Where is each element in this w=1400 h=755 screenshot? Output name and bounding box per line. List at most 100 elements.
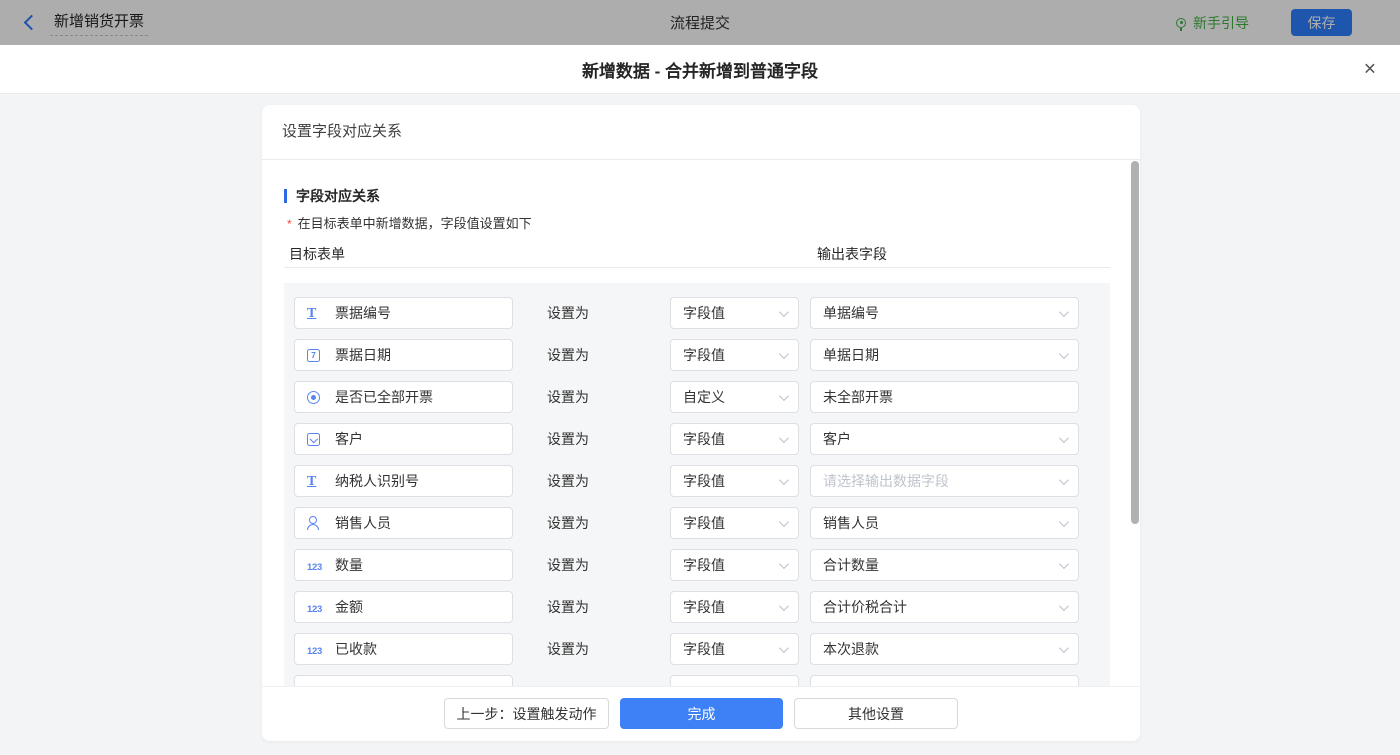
target-field-box[interactable]: 数量 [294, 549, 513, 581]
set-as-label: 设置为 [547, 339, 589, 371]
finish-button[interactable]: 完成 [620, 698, 783, 729]
output-field-dropdown[interactable]: 单据日期 [810, 339, 1079, 371]
chevron-down-icon [779, 349, 789, 359]
value-type-value: 字段值 [683, 471, 725, 491]
output-field-value: 单据日期 [823, 345, 879, 365]
prev-step-button[interactable]: 上一步：设置触发动作 [444, 698, 609, 729]
target-field-label: 金额 [335, 597, 363, 617]
output-field-dropdown[interactable]: 合计价税合计 [810, 591, 1079, 623]
chevron-down-icon [779, 475, 789, 485]
field-mapping-list: 票据编号 设置为 字段值 单据编号 票据日期 设置为 字段值 单据日期 是否已全 [284, 283, 1110, 686]
value-type-value: 字段值 [683, 597, 725, 617]
note-text: 在目标表单中新增数据，字段值设置如下 [298, 216, 532, 231]
chevron-down-icon [1059, 475, 1069, 485]
column-header-output: 输出表字段 [817, 244, 887, 264]
other-settings-button[interactable]: 其他设置 [794, 698, 958, 729]
flow-name-title[interactable]: 新增销货开票 [50, 9, 148, 36]
card-content: 字段对应关系 * 在目标表单中新增数据，字段值设置如下 目标表单 输出表字段 票据… [262, 160, 1140, 686]
output-field-dropdown[interactable]: 单据编号 [810, 297, 1079, 329]
value-type-dropdown[interactable]: 字段值 [670, 591, 799, 623]
target-field-box[interactable]: 纳税人识别号 [294, 465, 513, 497]
target-field-box[interactable]: 销售人员 [294, 507, 513, 539]
value-type-dropdown[interactable]: 字段值 [670, 297, 799, 329]
output-field-dropdown[interactable]: 合计数量 [810, 549, 1079, 581]
output-field-value: 客户 [823, 429, 851, 449]
output-field-dropdown[interactable] [810, 675, 1079, 686]
output-field-dropdown[interactable]: 未全部开票 [810, 381, 1079, 413]
target-field-label: 票据编号 [335, 303, 391, 323]
output-field-dropdown[interactable]: 销售人员 [810, 507, 1079, 539]
output-field-value: 合计价税合计 [823, 597, 907, 617]
card-footer: 上一步：设置触发动作 完成 其他设置 [262, 686, 1140, 741]
output-field-value: 合计数量 [823, 555, 879, 575]
field-mapping-row: 客户 设置为 字段值 客户 [284, 423, 1110, 455]
target-field-box[interactable]: 已收款 [294, 633, 513, 665]
target-field-box[interactable]: 客户 [294, 423, 513, 455]
add-data-modal: 新增数据 - 合并新增到普通字段 × 设置字段对应关系 字段对应关系 * 在目标表… [0, 45, 1400, 755]
set-as-label: 设置为 [547, 297, 589, 329]
field-mapping-row [284, 675, 1110, 686]
value-type-dropdown[interactable]: 字段值 [670, 465, 799, 497]
set-as-label: 设置为 [547, 549, 589, 581]
chevron-down-icon [779, 517, 789, 527]
section-marker [284, 189, 287, 203]
value-type-dropdown[interactable]: 字段值 [670, 633, 799, 665]
value-type-dropdown[interactable]: 自定义 [670, 381, 799, 413]
scrollbar[interactable] [1131, 161, 1139, 524]
required-asterisk: * [287, 217, 292, 231]
output-field-dropdown[interactable]: 请选择输出数据字段 [810, 465, 1079, 497]
divider [284, 267, 1110, 268]
chevron-down-icon [1059, 643, 1069, 653]
back-icon[interactable] [24, 15, 40, 31]
calendar-icon [307, 349, 320, 362]
text-field-icon [307, 472, 316, 490]
modal-body: 设置字段对应关系 字段对应关系 * 在目标表单中新增数据，字段值设置如下 目标表单… [0, 94, 1400, 755]
value-type-value: 字段值 [683, 345, 725, 365]
modal-title: 新增数据 - 合并新增到普通字段 [582, 57, 818, 82]
output-field-dropdown[interactable]: 本次退款 [810, 633, 1079, 665]
topbar: 新增销货开票 流程提交 新手引导 保存 [0, 0, 1400, 45]
field-mapping-row: 销售人员 设置为 字段值 销售人员 [284, 507, 1110, 539]
chevron-down-icon [1059, 601, 1069, 611]
value-type-dropdown[interactable] [670, 675, 799, 686]
target-field-label: 纳税人识别号 [335, 471, 419, 491]
output-field-value: 单据编号 [823, 303, 879, 323]
target-field-label: 票据日期 [335, 345, 391, 365]
card-header-title: 设置字段对应关系 [262, 105, 1140, 160]
target-field-box[interactable]: 金额 [294, 591, 513, 623]
column-header-target: 目标表单 [289, 244, 345, 264]
chevron-down-icon [779, 559, 789, 569]
dropdown-field-icon [307, 433, 320, 446]
set-as-label: 设置为 [547, 381, 589, 413]
output-field-value: 销售人员 [823, 513, 879, 533]
value-type-value: 字段值 [683, 429, 725, 449]
field-mapping-row: 是否已全部开票 设置为 自定义 未全部开票 [284, 381, 1110, 413]
value-type-dropdown[interactable]: 字段值 [670, 423, 799, 455]
target-field-box[interactable]: 票据日期 [294, 339, 513, 371]
beginner-guide-link[interactable]: 新手引导 [1176, 13, 1249, 33]
number-123-icon [307, 557, 322, 573]
output-field-dropdown[interactable]: 客户 [810, 423, 1079, 455]
value-type-dropdown[interactable]: 字段值 [670, 549, 799, 581]
chevron-down-icon [1059, 559, 1069, 569]
output-field-value: 未全部开票 [823, 387, 893, 407]
value-type-value: 自定义 [683, 387, 725, 407]
target-field-box[interactable]: 票据编号 [294, 297, 513, 329]
value-type-dropdown[interactable]: 字段值 [670, 507, 799, 539]
field-mapping-row: 票据日期 设置为 字段值 单据日期 [284, 339, 1110, 371]
chevron-down-icon [1059, 349, 1069, 359]
target-field-box[interactable] [294, 675, 513, 686]
number-123-icon [307, 641, 322, 657]
field-mapping-card: 设置字段对应关系 字段对应关系 * 在目标表单中新增数据，字段值设置如下 目标表单… [262, 105, 1140, 741]
output-field-value: 本次退款 [823, 639, 879, 659]
save-button[interactable]: 保存 [1291, 9, 1352, 36]
section-title: 字段对应关系 [296, 186, 380, 206]
close-icon[interactable]: × [1364, 59, 1376, 80]
chevron-down-icon [779, 391, 789, 401]
field-mapping-row: 已收款 设置为 字段值 本次退款 [284, 633, 1110, 665]
target-field-box[interactable]: 是否已全部开票 [294, 381, 513, 413]
set-as-label: 设置为 [547, 591, 589, 623]
chevron-down-icon [1059, 433, 1069, 443]
value-type-dropdown[interactable]: 字段值 [670, 339, 799, 371]
radio-button-icon [307, 391, 320, 404]
